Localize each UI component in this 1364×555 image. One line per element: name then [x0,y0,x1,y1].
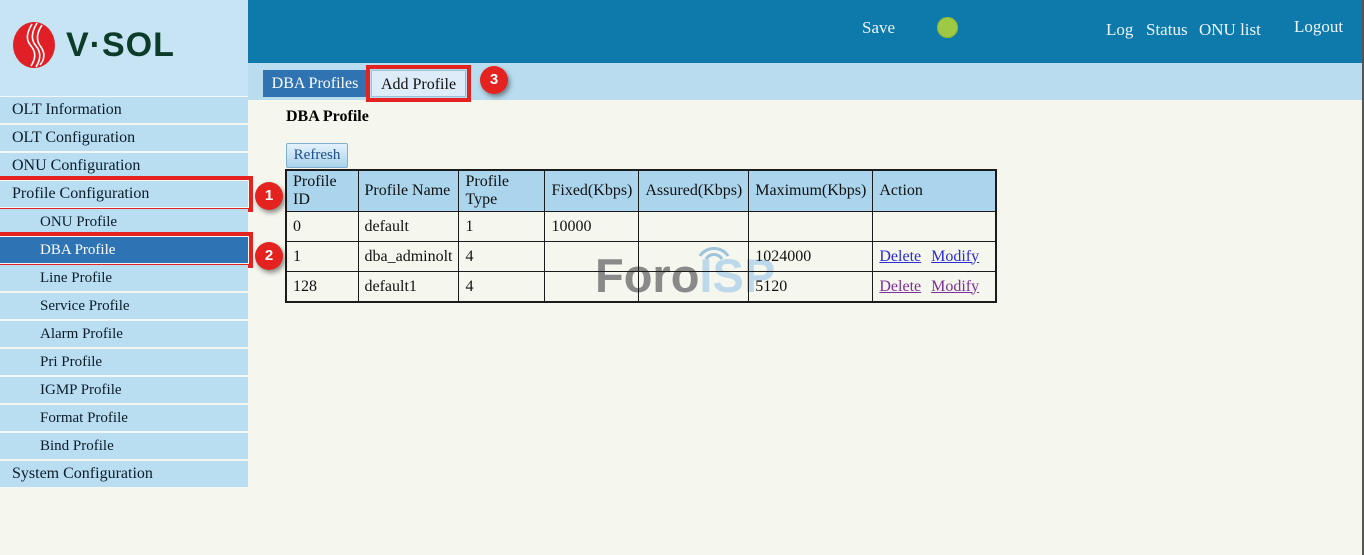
table-row: 128 default1 4 5120 Delete Modify [286,272,996,303]
modify-link[interactable]: Modify [931,248,979,265]
sidebar-item-onu-profile[interactable]: ONU Profile [0,209,248,235]
dba-profile-table: Profile ID Profile Name Profile Type Fix… [285,169,997,303]
sidebar-item-line-profile[interactable]: Line Profile [0,265,248,291]
delete-link[interactable]: Delete [879,278,921,295]
sidebar-item-dba-profile[interactable]: DBA Profile [0,237,248,263]
cell-action [873,212,996,242]
tab-add-profile[interactable]: Add Profile [371,70,466,97]
cell-assured [639,272,749,303]
col-profile-type: Profile Type [459,170,545,212]
cell-maximum [749,212,873,242]
annotation-badge-1: 1 [255,182,283,210]
cell-fixed [545,272,639,303]
save-button[interactable]: Save [862,18,895,38]
status-indicator-icon [937,17,958,38]
sidebar-item-alarm-profile[interactable]: Alarm Profile [0,321,248,347]
nav-logout[interactable]: Logout [1294,17,1343,37]
cell-maximum: 1024000 [749,242,873,272]
sidebar-item-profile-configuration[interactable]: Profile Configuration [0,181,248,207]
col-profile-id: Profile ID [286,170,358,212]
cell-fixed: 10000 [545,212,639,242]
cell-assured [639,212,749,242]
cell-profile-type: 4 [459,242,545,272]
tab-strip: DBA Profiles Add Profile [248,63,1364,100]
cell-profile-id: 0 [286,212,358,242]
sidebar-item-system-configuration[interactable]: System Configuration [0,461,248,487]
sidebar-item-olt-information[interactable]: OLT Information [0,97,248,123]
cell-profile-type: 4 [459,272,545,303]
nav-onu-list[interactable]: ONU list [1199,20,1261,40]
logo-panel: V·SOL [0,0,248,96]
top-bar: Save Log Status ONU list Logout [248,0,1364,63]
table-header-row: Profile ID Profile Name Profile Type Fix… [286,170,996,212]
sidebar-item-format-profile[interactable]: Format Profile [0,405,248,431]
sidebar-item-onu-configuration[interactable]: ONU Configuration [0,153,248,179]
sidebar-item-igmp-profile[interactable]: IGMP Profile [0,377,248,403]
sidebar: OLT Information OLT Configuration ONU Co… [0,97,248,489]
nav-status[interactable]: Status [1146,20,1188,40]
table-row: 0 default 1 10000 [286,212,996,242]
sidebar-item-service-profile[interactable]: Service Profile [0,293,248,319]
vsol-logo-icon [12,20,58,70]
col-profile-name: Profile Name [358,170,459,212]
cell-action: Delete Modify [873,272,996,303]
table-row: 1 dba_adminolt 4 1024000 Delete Modify [286,242,996,272]
tab-dba-profiles[interactable]: DBA Profiles [263,70,367,97]
cell-profile-name: default [358,212,459,242]
vsol-logo: V·SOL [12,20,175,70]
sidebar-item-olt-configuration[interactable]: OLT Configuration [0,125,248,151]
col-assured: Assured(Kbps) [639,170,749,212]
cell-action: Delete Modify [873,242,996,272]
col-action: Action [873,170,996,212]
cell-profile-name: dba_adminolt [358,242,459,272]
nav-log[interactable]: Log [1106,20,1133,40]
col-fixed: Fixed(Kbps) [545,170,639,212]
cell-profile-type: 1 [459,212,545,242]
cell-profile-id: 1 [286,242,358,272]
annotation-badge-2: 2 [255,242,283,270]
delete-link[interactable]: Delete [879,248,921,265]
modify-link[interactable]: Modify [931,278,979,295]
col-maximum: Maximum(Kbps) [749,170,873,212]
annotation-badge-3: 3 [480,66,508,94]
sidebar-item-pri-profile[interactable]: Pri Profile [0,349,248,375]
page-title: DBA Profile [286,108,369,126]
cell-maximum: 5120 [749,272,873,303]
cell-fixed [545,242,639,272]
cell-assured [639,242,749,272]
refresh-button[interactable]: Refresh [286,143,348,168]
cell-profile-name: default1 [358,272,459,303]
sidebar-item-bind-profile[interactable]: Bind Profile [0,433,248,459]
cell-profile-id: 128 [286,272,358,303]
brand-name: V·SOL [66,26,175,65]
